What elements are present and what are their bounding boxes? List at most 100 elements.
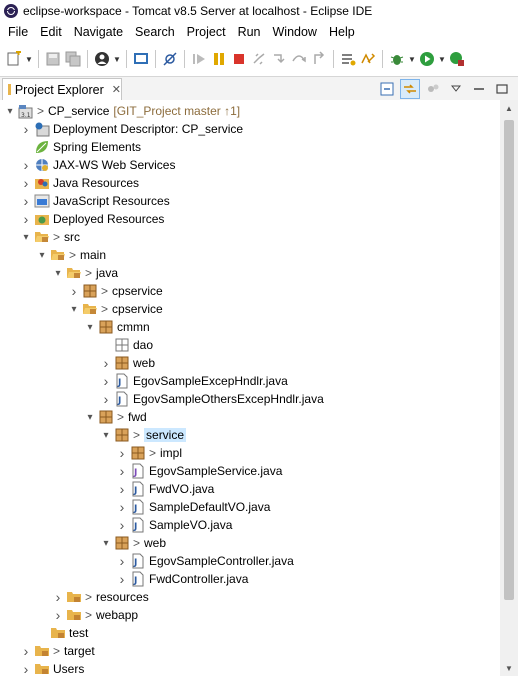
tree-row[interactable]: › J EgovSampleService.java	[0, 462, 500, 480]
chevron-down-icon[interactable]: ▾	[100, 426, 112, 444]
profile-icon[interactable]	[92, 49, 112, 69]
maximize-icon[interactable]	[492, 79, 512, 99]
tree-row[interactable]: ▾ > cpservice	[0, 300, 500, 318]
tree-row[interactable]: ▾ > java	[0, 264, 500, 282]
tree-row[interactable]: › > impl	[0, 444, 500, 462]
debug-icon[interactable]	[387, 49, 407, 69]
terminate-icon[interactable]	[229, 49, 249, 69]
minimize-icon[interactable]	[469, 79, 489, 99]
tree-row[interactable]: › J EgovSampleController.java	[0, 552, 500, 570]
chevron-down-icon[interactable]: ▾	[4, 102, 16, 120]
tree-row[interactable]: › Deployed Resources	[0, 210, 500, 228]
menu-run[interactable]: Run	[232, 22, 267, 42]
chevron-down-icon[interactable]: ▾	[84, 408, 96, 426]
chevron-right-icon[interactable]: ›	[116, 570, 128, 588]
tree-row[interactable]: ▾ > main	[0, 246, 500, 264]
chevron-down-icon[interactable]: ▾	[36, 246, 48, 264]
chevron-down-icon[interactable]: ▾	[52, 264, 64, 282]
chevron-right-icon[interactable]: ›	[116, 516, 128, 534]
terminal-icon[interactable]	[131, 49, 151, 69]
tree-row[interactable]: › J EgovSampleOthersExcepHndlr.java	[0, 390, 500, 408]
chevron-right-icon[interactable]: ›	[20, 174, 32, 192]
tree-row[interactable]: › Java Resources	[0, 174, 500, 192]
chevron-right-icon[interactable]: ›	[20, 642, 32, 660]
skip-breakpoints-icon[interactable]	[160, 49, 180, 69]
tree-row[interactable]: › Deployment Descriptor: CP_service	[0, 120, 500, 138]
menu-window[interactable]: Window	[267, 22, 323, 42]
tree-row[interactable]: ▾ > fwd	[0, 408, 500, 426]
profile-dropdown-icon[interactable]: ▼	[112, 49, 122, 69]
chevron-right-icon[interactable]: ›	[20, 660, 32, 676]
menu-edit[interactable]: Edit	[34, 22, 68, 42]
chevron-right-icon[interactable]: ›	[68, 282, 80, 300]
disconnect-icon[interactable]	[249, 49, 269, 69]
chevron-right-icon[interactable]: ›	[52, 606, 64, 624]
tree-row[interactable]: › Users	[0, 660, 500, 676]
chevron-down-icon[interactable]: ▾	[20, 228, 32, 246]
menu-navigate[interactable]: Navigate	[68, 22, 129, 42]
tree-row[interactable]: › J SampleVO.java	[0, 516, 500, 534]
resume-icon[interactable]	[189, 49, 209, 69]
chevron-right-icon[interactable]: ›	[116, 498, 128, 516]
tree-row[interactable]: › J SampleDefaultVO.java	[0, 498, 500, 516]
run-dropdown-icon[interactable]: ▼	[437, 49, 447, 69]
chevron-right-icon[interactable]: ›	[100, 390, 112, 408]
collapse-all-icon[interactable]	[377, 79, 397, 99]
tree-row[interactable]: Spring Elements	[0, 138, 500, 156]
tree-row[interactable]: test	[0, 624, 500, 642]
chevron-right-icon[interactable]: ›	[20, 192, 32, 210]
chevron-right-icon[interactable]: ›	[20, 210, 32, 228]
suspend-icon[interactable]	[209, 49, 229, 69]
step-into-icon[interactable]	[269, 49, 289, 69]
focus-on-active-task-icon[interactable]	[423, 79, 443, 99]
debug-dropdown-icon[interactable]: ▼	[407, 49, 417, 69]
tree-row[interactable]: › > resources	[0, 588, 500, 606]
tree-row[interactable]: › J FwdController.java	[0, 570, 500, 588]
tree-row[interactable]: › > target	[0, 642, 500, 660]
toggle-mark-occurrences-icon[interactable]	[358, 49, 378, 69]
chevron-right-icon[interactable]: ›	[116, 462, 128, 480]
menu-search[interactable]: Search	[129, 22, 181, 42]
tab-project-explorer[interactable]: Project Explorer ✕	[2, 78, 122, 100]
link-with-editor-icon[interactable]	[400, 79, 420, 99]
new-dropdown-icon[interactable]: ▼	[24, 49, 34, 69]
scroll-thumb[interactable]	[504, 120, 514, 600]
tree-row[interactable]: ▾ > web	[0, 534, 500, 552]
view-menu-icon[interactable]	[446, 79, 466, 99]
menu-project[interactable]: Project	[181, 22, 232, 42]
scroll-down-icon[interactable]: ▼	[500, 660, 518, 676]
tree-row[interactable]: › JAX-WS Web Services	[0, 156, 500, 174]
menu-help[interactable]: Help	[323, 22, 361, 42]
chevron-down-icon[interactable]: ▾	[84, 318, 96, 336]
chevron-right-icon[interactable]: ›	[52, 588, 64, 606]
tree-row[interactable]: ▾ > src	[0, 228, 500, 246]
run-external-tool-icon[interactable]	[447, 49, 467, 69]
chevron-right-icon[interactable]: ›	[20, 120, 32, 138]
tree-row[interactable]: › web	[0, 354, 500, 372]
run-icon[interactable]	[417, 49, 437, 69]
chevron-down-icon[interactable]: ▾	[68, 300, 80, 318]
tree-row[interactable]: ▾ > service	[0, 426, 500, 444]
tree-row[interactable]: › J FwdVO.java	[0, 480, 500, 498]
tree-row[interactable]: › > webapp	[0, 606, 500, 624]
tree-scrollbar[interactable]: ▲ ▼	[500, 100, 518, 676]
chevron-right-icon[interactable]: ›	[20, 156, 32, 174]
chevron-right-icon[interactable]: ›	[116, 552, 128, 570]
close-icon[interactable]: ✕	[112, 83, 121, 96]
chevron-right-icon[interactable]: ›	[100, 354, 112, 372]
new-icon[interactable]	[4, 49, 24, 69]
chevron-down-icon[interactable]: ▾	[100, 534, 112, 552]
menu-file[interactable]: File	[2, 22, 34, 42]
tree-row[interactable]: dao	[0, 336, 500, 354]
tree-row[interactable]: › JavaScript Resources	[0, 192, 500, 210]
step-return-icon[interactable]	[309, 49, 329, 69]
chevron-right-icon[interactable]: ›	[100, 372, 112, 390]
tree-row[interactable]: › > cpservice	[0, 282, 500, 300]
tree-row[interactable]: ▾ 3.1 > CP_service [GIT_Project master ↑1]	[0, 102, 500, 120]
save-all-icon[interactable]	[63, 49, 83, 69]
chevron-right-icon[interactable]: ›	[116, 480, 128, 498]
step-over-icon[interactable]	[289, 49, 309, 69]
chevron-right-icon[interactable]: ›	[116, 444, 128, 462]
save-icon[interactable]	[43, 49, 63, 69]
scroll-up-icon[interactable]: ▲	[500, 100, 518, 116]
